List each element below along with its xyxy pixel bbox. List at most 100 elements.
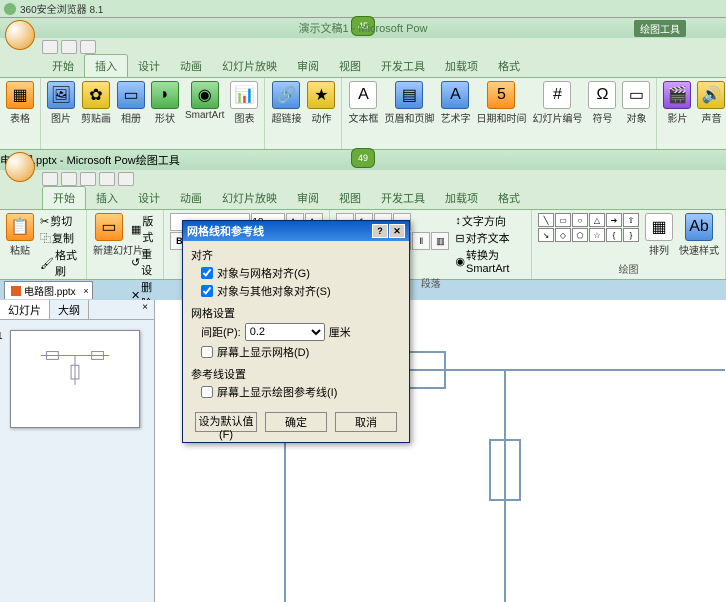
btn-reset[interactable]: ↺重设 [131, 246, 157, 278]
tab-view[interactable]: 视图 [329, 55, 371, 77]
qat-undo-icon[interactable] [61, 40, 77, 54]
win2-context-tab[interactable]: 绘图工具 [136, 152, 180, 168]
tab2-anim[interactable]: 动画 [170, 187, 212, 209]
shape-arrow-icon[interactable]: ➔ [606, 213, 622, 227]
tab-insert[interactable]: 插入 [84, 54, 128, 77]
doc-tab-circuit[interactable]: 电路图.pptx × [4, 281, 93, 299]
btn-smartart[interactable]: ◉SmartArt [185, 81, 224, 121]
btn-textdir[interactable]: ↕文字方向 [455, 213, 525, 229]
btn-set-default[interactable]: 设为默认值(F) [195, 412, 257, 432]
btn-newslide[interactable]: ▭新建幻灯片 [93, 213, 125, 257]
tab2-dev[interactable]: 开发工具 [371, 187, 435, 209]
tab-review[interactable]: 审阅 [287, 55, 329, 77]
tab2-insert[interactable]: 插入 [86, 187, 128, 209]
tab2-slideshow[interactable]: 幻灯片放映 [212, 187, 287, 209]
tab-slideshow[interactable]: 幻灯片放映 [212, 55, 287, 77]
btn-object[interactable]: ▭对象 [622, 81, 650, 125]
columns-icon[interactable]: ▥ [431, 232, 449, 250]
shape-l2-icon[interactable]: ↘ [538, 228, 554, 242]
dialog-close-icon[interactable]: ✕ [389, 224, 405, 238]
btn-textbox[interactable]: A文本框 [348, 81, 378, 125]
btn-hyperlink[interactable]: 🔗超链接 [271, 81, 301, 125]
btn-headerfooter[interactable]: ▤页眉和页脚 [384, 81, 434, 125]
shape-b2-icon[interactable]: { [606, 228, 622, 242]
chk-snap-grid-box[interactable] [201, 267, 213, 279]
sidetab-slides[interactable]: 幻灯片 [0, 300, 50, 319]
btn-action[interactable]: ★动作 [307, 81, 335, 125]
btn-slidenum[interactable]: #幻灯片编号 [532, 81, 582, 125]
shape-s2-icon[interactable]: ☆ [589, 228, 605, 242]
btn-datetime[interactable]: 5日期和时间 [476, 81, 526, 125]
btn-cut[interactable]: ✂剪切 [40, 213, 80, 229]
btn-painter[interactable]: 🖌格式刷 [40, 247, 80, 279]
tab2-format[interactable]: 格式 [488, 187, 530, 209]
group-clipboard: 📋粘贴 ✂剪切 ⿻复制 🖌格式刷 剪贴板 [0, 210, 87, 279]
close-icon[interactable]: × [83, 286, 88, 296]
btn-clipart[interactable]: ✿剪贴画 [81, 81, 111, 125]
spacing-select[interactable]: 0.2 [245, 323, 325, 341]
btn-chart[interactable]: 📊图表 [230, 81, 258, 125]
btn-wordart[interactable]: A艺术字 [440, 81, 470, 125]
tab2-review[interactable]: 审阅 [287, 187, 329, 209]
tab-addins[interactable]: 加载项 [435, 55, 488, 77]
chk-show-guides-box[interactable] [201, 386, 213, 398]
qat2-x2-icon[interactable] [118, 172, 134, 186]
linespace-icon[interactable]: ‖ [412, 232, 430, 250]
chk-snap-grid[interactable]: 对象与网格对齐(G) [191, 265, 401, 281]
btn-picture[interactable]: 🖼图片 [47, 81, 75, 125]
qat2-save-icon[interactable] [42, 172, 58, 186]
btn-symbol[interactable]: Ω符号 [588, 81, 616, 125]
wordart-icon: A [441, 81, 469, 109]
btn-layout[interactable]: ▦版式 [131, 213, 157, 245]
btn-table[interactable]: ▦表格 [6, 81, 34, 125]
tab-dev[interactable]: 开发工具 [371, 55, 435, 77]
btn-tosmartart[interactable]: ◉转换为 SmartArt [455, 247, 525, 275]
qat2-undo-icon[interactable] [61, 172, 77, 186]
sidepanel-close-icon[interactable]: × [136, 300, 154, 319]
btn-copy[interactable]: ⿻复制 [40, 230, 80, 246]
tab-anim[interactable]: 动画 [170, 55, 212, 77]
qat2-redo-icon[interactable] [80, 172, 96, 186]
btn-shapes[interactable]: ◗形状 [151, 81, 179, 125]
btn-movie[interactable]: 🎬影片 [663, 81, 691, 125]
tab-home[interactable]: 开始 [42, 55, 84, 77]
slide-thumbnail-1[interactable]: 1 [10, 330, 140, 428]
btn-ok[interactable]: 确定 [265, 412, 327, 432]
office-button-1[interactable] [5, 20, 35, 50]
btn-cancel[interactable]: 取消 [335, 412, 397, 432]
btn-album[interactable]: ▭相册 [117, 81, 145, 125]
shape-r2-icon[interactable]: ◇ [555, 228, 571, 242]
shape-oval-icon[interactable]: ○ [572, 213, 588, 227]
shape-gallery[interactable]: ╲▭○△➔⇧ ↘◇⬠☆{} [538, 213, 639, 242]
shape-line-icon[interactable]: ╲ [538, 213, 554, 227]
chk-snap-objects-box[interactable] [201, 285, 213, 297]
tab2-design[interactable]: 设计 [128, 187, 170, 209]
tab2-home[interactable]: 开始 [42, 186, 86, 209]
shape-c2-icon[interactable]: ⬠ [572, 228, 588, 242]
btn-sound[interactable]: 🔊声音 [697, 81, 725, 125]
win1-context-tab[interactable]: 绘图工具 [634, 20, 686, 37]
chk-show-grid[interactable]: 屏幕上显示网格(D) [191, 344, 401, 360]
tab2-addins[interactable]: 加载项 [435, 187, 488, 209]
btn-paste[interactable]: 📋粘贴 [6, 213, 34, 257]
shape-rect-icon[interactable]: ▭ [555, 213, 571, 227]
tab-format[interactable]: 格式 [488, 55, 530, 77]
btn-quickstyle[interactable]: Ab快速样式 [679, 213, 719, 257]
chk-snap-objects[interactable]: 对象与其他对象对齐(S) [191, 283, 401, 299]
shape-d2-icon[interactable]: } [623, 228, 639, 242]
sidetab-outline[interactable]: 大纲 [50, 300, 89, 319]
qat-redo-icon[interactable] [80, 40, 96, 54]
shape-tri-icon[interactable]: △ [589, 213, 605, 227]
dialog-titlebar[interactable]: 网格线和参考线 ? ✕ [183, 221, 409, 241]
dialog-help-icon[interactable]: ? [372, 224, 388, 238]
chk-show-grid-box[interactable] [201, 346, 213, 358]
tab2-view[interactable]: 视图 [329, 187, 371, 209]
btn-arrange[interactable]: ▦排列 [645, 213, 673, 257]
btn-aligntext[interactable]: ⊟对齐文本 [455, 230, 525, 246]
qat-save-icon[interactable] [42, 40, 58, 54]
qat2-x1-icon[interactable] [99, 172, 115, 186]
office-button-2[interactable] [5, 152, 35, 182]
chk-show-guides[interactable]: 屏幕上显示绘图参考线(I) [191, 384, 401, 400]
tab-design[interactable]: 设计 [128, 55, 170, 77]
shape-more-icon[interactable]: ⇧ [623, 213, 639, 227]
